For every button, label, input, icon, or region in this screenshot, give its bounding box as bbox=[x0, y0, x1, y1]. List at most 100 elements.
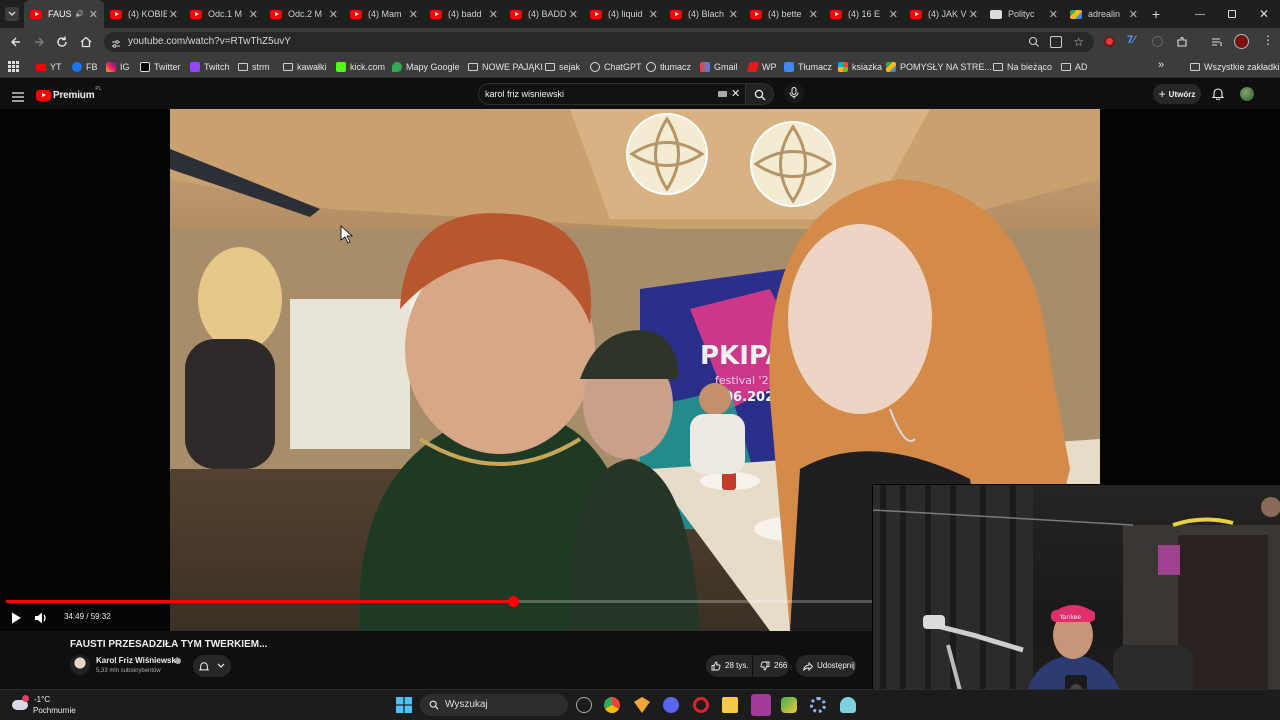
bookmark-item[interactable]: tłumacz bbox=[646, 60, 691, 74]
browser-tab[interactable]: FAUS 🔊 ✕ bbox=[24, 0, 104, 28]
browser-tab[interactable]: (4) Blach ✕ bbox=[664, 0, 744, 28]
close-tab-icon[interactable]: ✕ bbox=[649, 8, 658, 21]
extensions-puzzle-icon[interactable] bbox=[1176, 35, 1188, 47]
opera-icon[interactable] bbox=[693, 697, 709, 713]
new-tab-button[interactable]: + bbox=[1144, 0, 1168, 28]
bookmark-item[interactable]: AD bbox=[1061, 60, 1088, 74]
menu-kebab-icon[interactable]: ⋮ bbox=[1262, 32, 1274, 48]
bookmark-item[interactable]: POMYSŁY NA STRE... bbox=[886, 60, 992, 74]
browser-tab[interactable]: Odc.2 M ✕ bbox=[264, 0, 344, 28]
close-tab-icon[interactable]: ✕ bbox=[1049, 8, 1058, 21]
profile-avatar[interactable] bbox=[1234, 34, 1249, 49]
brave-icon[interactable] bbox=[634, 697, 650, 713]
browser-tab[interactable]: adrealin ✕ bbox=[1064, 0, 1144, 28]
close-tab-icon[interactable]: ✕ bbox=[169, 8, 178, 21]
browser-tab[interactable]: (4) badd ✕ bbox=[424, 0, 504, 28]
site-info-icon[interactable] bbox=[111, 37, 121, 48]
discord-icon[interactable] bbox=[663, 697, 679, 713]
bookmark-item[interactable]: Na bieżąco bbox=[993, 60, 1052, 74]
browser-tab[interactable]: Polityc ✕ bbox=[984, 0, 1064, 28]
bookmark-item[interactable]: Twitter bbox=[140, 60, 181, 74]
browser-tab[interactable]: (4) BADD ✕ bbox=[504, 0, 584, 28]
close-tab-icon[interactable]: ✕ bbox=[569, 8, 578, 21]
media-control-icon[interactable] bbox=[1211, 35, 1223, 47]
file-explorer-icon[interactable] bbox=[722, 697, 738, 713]
like-button[interactable]: 28 tys. bbox=[706, 655, 752, 677]
close-tab-icon[interactable]: ✕ bbox=[249, 8, 258, 21]
progress-scrubber[interactable] bbox=[507, 596, 519, 607]
browser-tab[interactable]: (4) JAK V ✕ bbox=[904, 0, 984, 28]
restore-button[interactable] bbox=[1216, 5, 1248, 23]
install-app-icon[interactable] bbox=[1050, 36, 1062, 48]
clear-search-icon[interactable]: ✕ bbox=[731, 84, 740, 104]
youtube-premium-logo[interactable]: Premium PL bbox=[36, 86, 102, 102]
search-input[interactable]: karol friz wisniewski ✕ bbox=[478, 83, 746, 105]
dislike-button[interactable]: 266 bbox=[753, 655, 789, 677]
bookmark-item[interactable]: Mapy Google bbox=[392, 60, 460, 74]
create-button[interactable]: + Utwórz bbox=[1153, 84, 1201, 104]
address-bar[interactable]: youtube.com/watch?v=RTwThZ5uvY ☆ bbox=[104, 32, 1094, 52]
search-button[interactable] bbox=[746, 83, 774, 105]
close-tab-icon[interactable]: ✕ bbox=[809, 8, 818, 21]
audio-playing-icon[interactable]: 🔊 bbox=[75, 10, 84, 18]
all-bookmarks-folder[interactable]: Wszystkie zakładki bbox=[1190, 60, 1280, 74]
browser-tab[interactable]: (4) bette ✕ bbox=[744, 0, 824, 28]
bookmark-item[interactable]: sejak bbox=[545, 60, 580, 74]
channel-name[interactable]: Karol Friz Wiśniewski bbox=[96, 656, 178, 665]
star-icon[interactable]: ☆ bbox=[1073, 34, 1084, 50]
bookmark-item[interactable]: FB bbox=[72, 60, 98, 74]
play-button[interactable] bbox=[10, 611, 22, 625]
zoom-icon[interactable] bbox=[1028, 36, 1040, 48]
channel-avatar[interactable] bbox=[70, 655, 90, 675]
close-tab-icon[interactable]: ✕ bbox=[1129, 8, 1138, 21]
bookmark-item[interactable]: kick.com bbox=[336, 60, 385, 74]
close-tab-icon[interactable]: ✕ bbox=[729, 8, 738, 21]
app-ghost-icon[interactable] bbox=[840, 697, 856, 713]
minimize-button[interactable]: — bbox=[1184, 9, 1216, 20]
game-app-icon[interactable] bbox=[781, 697, 797, 713]
back-button[interactable] bbox=[8, 34, 24, 50]
volume-button[interactable] bbox=[34, 611, 48, 625]
browser-tab[interactable]: (4) KOBIE ✕ bbox=[104, 0, 184, 28]
bookmark-item[interactable]: YT bbox=[36, 60, 62, 74]
keyboard-icon[interactable] bbox=[718, 91, 727, 97]
record-extension-icon[interactable] bbox=[1104, 36, 1115, 47]
reload-button[interactable] bbox=[54, 34, 70, 50]
guide-menu-button[interactable] bbox=[12, 89, 24, 102]
chrome-icon[interactable] bbox=[604, 697, 620, 713]
subscribed-bell-button[interactable] bbox=[193, 655, 231, 677]
browser-tab[interactable]: (4) Mam ✕ bbox=[344, 0, 424, 28]
app-l-icon[interactable] bbox=[751, 694, 771, 716]
taskbar-search[interactable]: Wyszukaj bbox=[420, 694, 568, 716]
notifications-bell-icon[interactable] bbox=[1211, 87, 1225, 101]
bookmark-item[interactable]: NOWE PAJĄKI bbox=[468, 60, 543, 74]
forward-button[interactable] bbox=[31, 34, 47, 50]
share-button[interactable]: Udostępnij bbox=[796, 655, 856, 677]
close-tab-icon[interactable]: ✕ bbox=[329, 8, 338, 21]
bookmark-item[interactable]: strm bbox=[238, 60, 270, 74]
widgets-icon[interactable] bbox=[576, 697, 592, 713]
account-avatar[interactable] bbox=[1240, 87, 1254, 101]
browser-tab[interactable]: Odc.1 M ✕ bbox=[184, 0, 264, 28]
bookmark-item[interactable]: Twitch bbox=[190, 60, 230, 74]
browser-tab[interactable]: (4) liquid ✕ bbox=[584, 0, 664, 28]
progress-bar[interactable] bbox=[6, 596, 872, 607]
close-tab-icon[interactable]: ✕ bbox=[89, 8, 98, 21]
extension-icon[interactable]: 7⁄ bbox=[1127, 34, 1135, 46]
settings-icon[interactable] bbox=[810, 697, 826, 713]
bookmarks-overflow-button[interactable]: » bbox=[1158, 59, 1164, 71]
apps-grid-icon[interactable] bbox=[8, 61, 19, 72]
close-tab-icon[interactable]: ✕ bbox=[889, 8, 898, 21]
bookmark-item[interactable]: Tłumacz bbox=[784, 60, 832, 74]
bookmark-item[interactable]: Gmail bbox=[700, 60, 738, 74]
close-tab-icon[interactable]: ✕ bbox=[489, 8, 498, 21]
bookmark-item[interactable]: kawałki bbox=[283, 60, 327, 74]
close-tab-icon[interactable]: ✕ bbox=[969, 8, 978, 21]
browser-tab[interactable]: (4) 16 E ✕ bbox=[824, 0, 904, 28]
tab-search-button[interactable] bbox=[0, 0, 24, 28]
home-button[interactable] bbox=[78, 34, 94, 50]
bookmark-item[interactable]: IG bbox=[106, 60, 130, 74]
voice-search-button[interactable] bbox=[784, 83, 804, 103]
bookmark-item[interactable]: ksiazka bbox=[838, 60, 882, 74]
close-window-button[interactable]: ✕ bbox=[1248, 7, 1280, 21]
